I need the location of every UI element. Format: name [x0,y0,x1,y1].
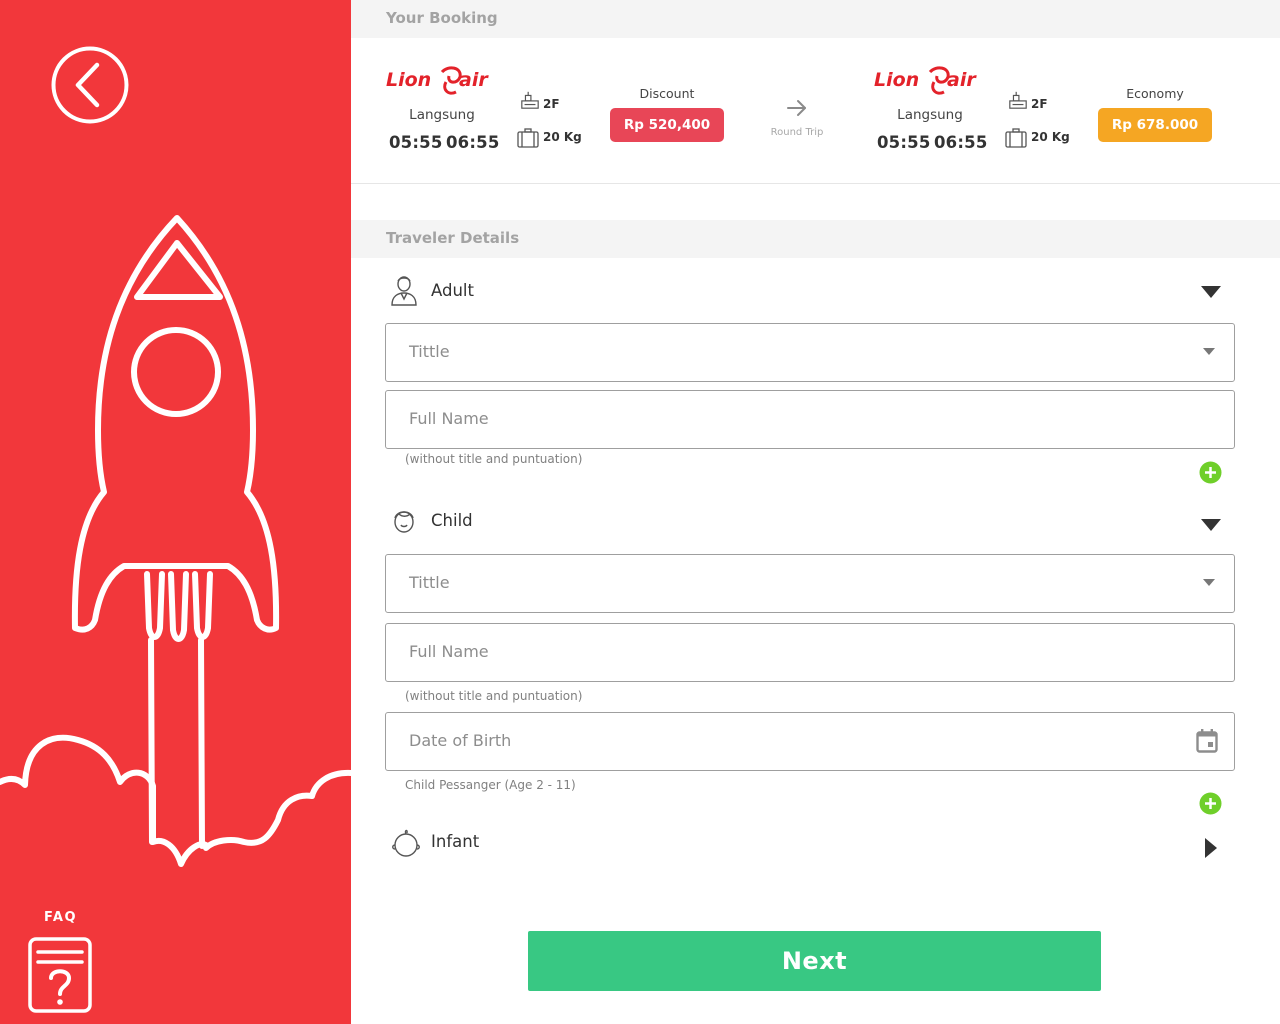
chevron-down-icon[interactable] [1200,517,1222,533]
child-name-placeholder: Full Name [409,642,489,661]
baggage-label: 20 Kg [1031,130,1070,144]
lion-air-logo: Lion air [386,66,489,95]
child-label: Child [431,511,473,530]
child-title-select[interactable]: Tittle [385,554,1235,613]
terminal-building-icon [1009,91,1027,109]
child-dob-placeholder: Date of Birth [409,731,512,750]
luggage-icon [517,128,539,148]
luggage-icon [1005,128,1027,148]
chevron-down-icon[interactable] [1200,284,1222,300]
departure-time: 05:55 [389,133,443,152]
child-dob-field[interactable]: Date of Birth [385,712,1235,771]
rocket-illustration [0,215,351,867]
baggage-label: 20 Kg [543,130,582,144]
discount-price-button[interactable]: Rp 520,400 [610,108,724,142]
terminal-label: 2F [543,97,560,111]
svg-text:Lion: Lion [386,69,431,91]
departure-time: 05:55 [877,133,931,152]
route-type: Langsung [409,107,475,123]
economy-label: Economy [1126,86,1184,101]
return-flight: Lion air Langsung 05:55 06:55 2F 20 Kg E… [874,38,1280,184]
outbound-flight: Lion air Langsung 05:55 06:55 2F 20 Kg D… [386,38,806,184]
trip-type-label: Round Trip [770,127,824,138]
main-content: Your Booking Lion air Langsung 05:55 06:… [351,0,1280,1024]
person-icon [391,276,417,306]
booking-section-header: Your Booking [351,0,1280,38]
adult-section-toggle[interactable]: Adult [386,275,1246,307]
infant-label: Infant [431,832,480,851]
child-name-hint: (without title and puntuation) [405,689,583,703]
lion-air-logo: Lion air [874,66,977,95]
arrival-time: 06:55 [934,133,988,152]
adult-full-name-field[interactable]: Full Name [385,390,1235,449]
chevron-down-icon [1203,348,1215,355]
terminal-building-icon [521,91,539,109]
help-document-icon[interactable] [27,936,93,1014]
adult-title-placeholder: Tittle [409,342,450,361]
booking-section-title: Your Booking [386,9,498,27]
infant-section-toggle[interactable]: Infant [386,826,1246,858]
traveler-section-header: Traveler Details [351,220,1280,258]
adult-title-select[interactable]: Tittle [385,323,1235,382]
child-title-placeholder: Tittle [409,573,450,592]
child-section-toggle[interactable]: Child [386,505,1246,537]
adult-name-placeholder: Full Name [409,409,489,428]
add-adult-button[interactable] [1199,461,1222,484]
discount-label: Discount [639,86,695,101]
arrow-right-icon [787,100,806,116]
svg-text:air: air [947,69,977,91]
chevron-right-icon[interactable] [1203,837,1219,859]
booking-summary: Lion air Langsung 05:55 06:55 2F 20 Kg D… [351,38,1280,184]
route-type: Langsung [897,107,963,123]
back-button[interactable] [50,45,130,125]
child-full-name-field[interactable]: Full Name [385,623,1235,682]
calendar-icon[interactable] [1196,729,1218,753]
faq-label: FAQ [44,910,78,925]
adult-label: Adult [431,281,474,300]
svg-text:air: air [459,69,489,91]
next-button[interactable]: Next [528,931,1101,991]
terminal-label: 2F [1031,97,1048,111]
adult-name-hint: (without title and puntuation) [405,452,583,466]
child-face-icon [394,511,414,533]
arrival-time: 06:55 [446,133,500,152]
svg-text:Lion: Lion [874,69,919,91]
infant-face-icon [392,829,420,857]
sidebar: FAQ [0,0,351,1024]
add-child-button[interactable] [1199,792,1222,815]
chevron-down-icon [1203,579,1215,586]
traveler-section-title: Traveler Details [386,229,520,247]
economy-price-button[interactable]: Rp 678.000 [1098,108,1212,142]
child-dob-hint: Child Pessanger (Age 2 - 11) [405,778,576,792]
